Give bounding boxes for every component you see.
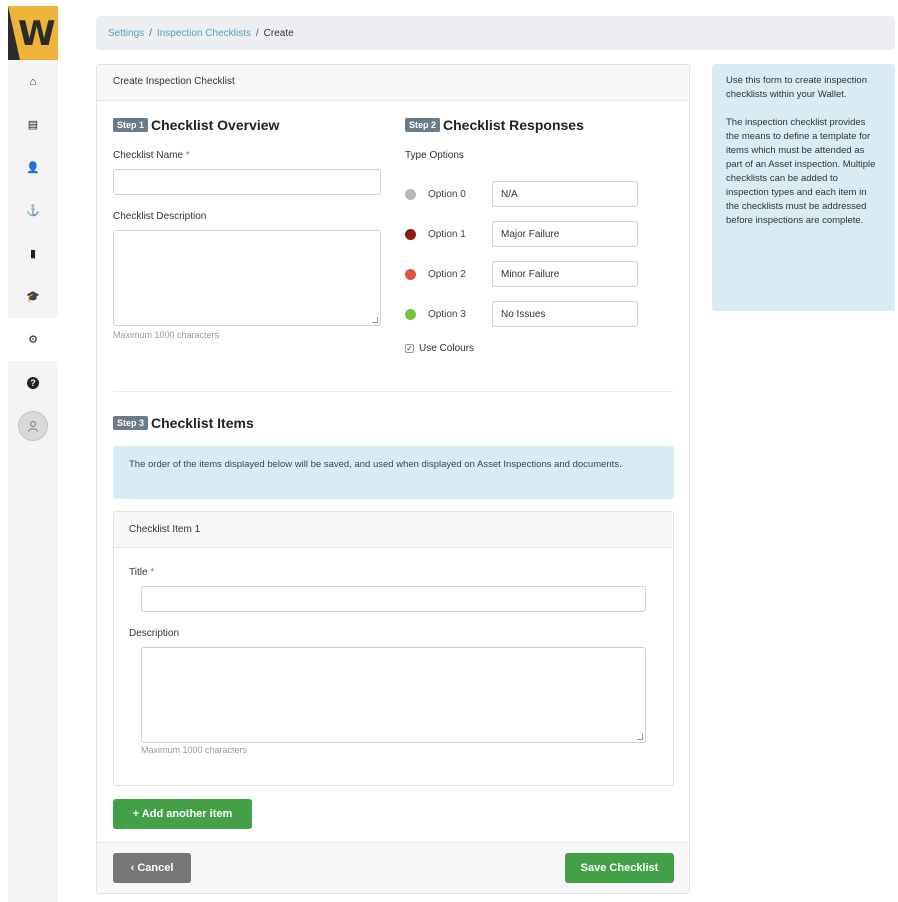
home-icon: ⌂	[29, 75, 37, 88]
breadcrumb: Settings / Inspection Checklists / Creat…	[96, 16, 895, 50]
option-3-color-dot	[405, 308, 416, 320]
breadcrumb-settings[interactable]: Settings	[108, 28, 144, 39]
option-0-label: Option 0	[428, 188, 466, 200]
breadcrumb-inspection-checklists[interactable]: Inspection Checklists	[157, 28, 251, 39]
use-colours-row: ✓ Use Colours	[405, 343, 474, 354]
option-0-color-dot	[405, 188, 416, 200]
app-logo[interactable]: W	[8, 6, 58, 60]
help-info-panel: Use this form to create inspection check…	[712, 64, 895, 311]
sidebar-item-help[interactable]: ?	[8, 361, 58, 404]
checklist-name-input[interactable]	[113, 169, 381, 195]
sidebar-item-people[interactable]: 👤	[8, 146, 58, 189]
sidebar-item-documents[interactable]: ▤	[8, 103, 58, 146]
option-row-2: Option 2 Minor Failure	[405, 261, 638, 287]
item-title-label: Title *	[129, 567, 154, 578]
option-3-label: Option 3	[428, 308, 466, 320]
option-2-input[interactable]: Minor Failure	[492, 261, 638, 287]
document-icon: ▤	[27, 119, 39, 131]
person-icon	[28, 420, 38, 432]
clipboard-icon: ▮	[29, 248, 37, 260]
checklist-item-card: Checklist Item 1 Title * Description Max…	[113, 511, 674, 786]
create-checklist-card: Create Inspection Checklist Step 1 Checkl…	[96, 64, 690, 894]
add-another-item-button[interactable]: + Add another item	[113, 799, 252, 829]
checklist-description-help: Maximum 1000 characters	[113, 330, 220, 340]
option-row-3: Option 3 No Issues	[405, 301, 638, 327]
checklist-description-textarea[interactable]	[113, 230, 381, 326]
sidebar-item-assets[interactable]: ⚓	[8, 189, 58, 232]
item-description-label: Description	[129, 628, 180, 639]
sidebar: W ⌂ ▤ 👤 ⚓ ▮ 🎓 ⚙ ?	[8, 6, 58, 902]
step1-title: Checklist Overview	[151, 117, 280, 133]
step2-badge: Step 2	[405, 118, 441, 132]
breadcrumb-separator: /	[149, 27, 152, 39]
item-title-input[interactable]	[141, 586, 646, 612]
graduation-cap-icon: 🎓	[26, 291, 40, 303]
resize-handle[interactable]	[372, 317, 378, 323]
section-divider	[113, 391, 673, 392]
card-header: Create Inspection Checklist	[97, 65, 689, 101]
sidebar-item-training[interactable]: 🎓	[8, 275, 58, 318]
checklist-name-label-text: Checklist Name	[113, 150, 184, 161]
gear-icon: ⚙	[28, 334, 38, 346]
required-marker: *	[185, 150, 190, 161]
logo-text: W	[18, 14, 56, 54]
help-info-details: The inspection checklist provides the me…	[726, 117, 876, 226]
breadcrumb-current: Create	[263, 27, 294, 39]
item-description-help: Maximum 1000 characters	[141, 745, 248, 755]
required-marker: *	[150, 567, 155, 578]
anchor-icon: ⚓	[26, 205, 40, 217]
help-info-intro: Use this form to create inspection check…	[726, 75, 867, 100]
step3-title: Checklist Items	[151, 415, 254, 431]
step1-heading: Step 1 Checklist Overview	[113, 117, 279, 133]
step3-heading: Step 3 Checklist Items	[113, 415, 254, 431]
items-order-info: The order of the items displayed below w…	[113, 446, 674, 499]
checklist-name-label: Checklist Name *	[113, 150, 190, 161]
use-colours-checkbox[interactable]: ✓	[405, 344, 414, 353]
save-checklist-button[interactable]: Save Checklist	[565, 853, 674, 883]
step2-heading: Step 2 Checklist Responses	[405, 117, 584, 133]
step3-badge: Step 3	[113, 416, 149, 430]
resize-handle[interactable]	[637, 734, 643, 740]
option-1-label: Option 1	[428, 228, 466, 240]
question-icon: ?	[27, 376, 39, 389]
option-2-label: Option 2	[428, 268, 466, 280]
checklist-description-label: Checklist Description	[113, 211, 207, 222]
item-title-label-text: Title	[129, 567, 148, 578]
item-description-textarea[interactable]	[141, 647, 646, 743]
option-row-1: Option 1 Major Failure	[405, 221, 638, 247]
option-row-0: Option 0 N/A	[405, 181, 638, 207]
option-0-input[interactable]: N/A	[492, 181, 638, 207]
sidebar-item-profile[interactable]	[8, 404, 58, 447]
cancel-button[interactable]: ‹ Cancel	[113, 853, 191, 883]
user-icon: 👤	[26, 162, 40, 174]
option-3-input[interactable]: No Issues	[492, 301, 638, 327]
option-1-color-dot	[405, 228, 416, 240]
sidebar-item-checklists[interactable]: ▮	[8, 232, 58, 275]
card-footer: ‹ Cancel Save Checklist	[97, 842, 689, 893]
step2-title: Checklist Responses	[443, 117, 584, 133]
step1-badge: Step 1	[113, 118, 149, 132]
sidebar-item-settings[interactable]: ⚙	[8, 318, 58, 361]
user-avatar-icon[interactable]	[18, 410, 48, 441]
checklist-item-header: Checklist Item 1	[114, 512, 673, 548]
breadcrumb-separator: /	[255, 27, 259, 39]
sidebar-item-home[interactable]: ⌂	[8, 60, 58, 103]
option-1-input[interactable]: Major Failure	[492, 221, 638, 247]
option-2-color-dot	[405, 268, 416, 280]
type-options-label: Type Options	[405, 150, 464, 161]
use-colours-label: Use Colours	[419, 343, 475, 354]
